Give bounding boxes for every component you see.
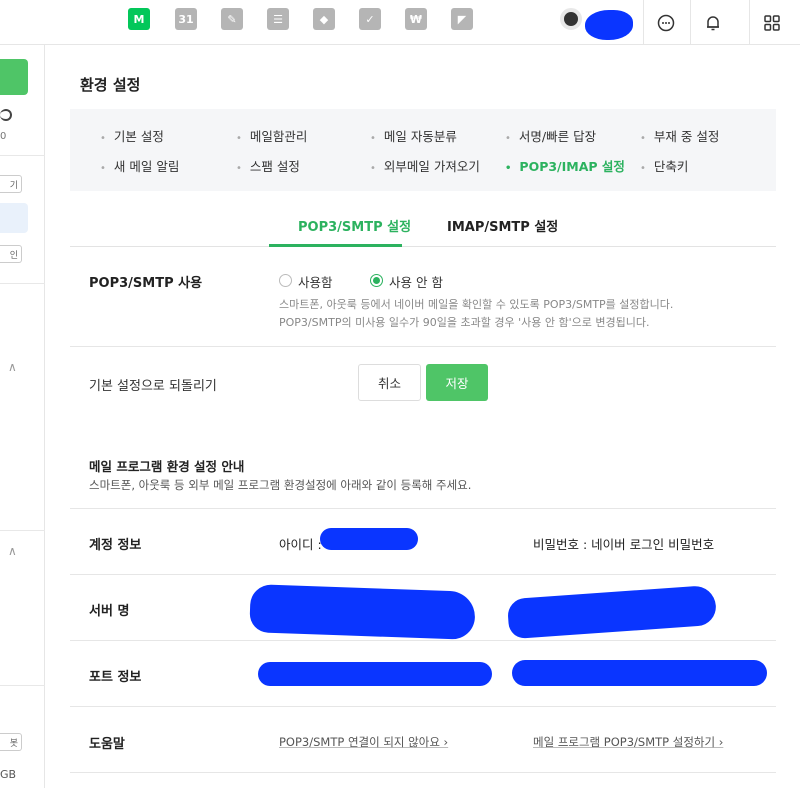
sidebar-active-item[interactable] bbox=[0, 203, 28, 233]
menu-item-absence[interactable]: 부재 중 설정 bbox=[640, 126, 719, 145]
menu-item-external-mail[interactable]: 외부메일 가져오기 bbox=[370, 156, 480, 175]
avatar[interactable] bbox=[560, 8, 582, 30]
guide-title: 메일 프로그램 환경 설정 안내 bbox=[89, 459, 245, 474]
todo-glyph: ✓ bbox=[365, 12, 375, 26]
sidebar-button-1[interactable]: 기 bbox=[0, 175, 22, 193]
account-info-label: 계정 정보 bbox=[89, 538, 142, 553]
mybox-glyph: ◆ bbox=[319, 12, 329, 26]
tab-imap-smtp[interactable]: IMAP/SMTP 설정 bbox=[447, 216, 558, 235]
redaction-scribble bbox=[249, 584, 476, 640]
tabs-divider bbox=[70, 246, 776, 247]
menu-item-pop3-imap[interactable]: POP3/IMAP 설정 bbox=[505, 156, 625, 175]
memo-app-icon[interactable]: ✎ bbox=[221, 8, 243, 30]
sidebar-divider bbox=[0, 685, 45, 686]
table-divider bbox=[70, 574, 776, 575]
contacts-glyph: ☰ bbox=[273, 12, 283, 26]
save-button[interactable]: 저장 bbox=[426, 364, 488, 401]
mybox-app-icon[interactable]: ◆ bbox=[313, 8, 335, 30]
redaction-scribble bbox=[258, 662, 492, 686]
memo-glyph: ✎ bbox=[227, 12, 237, 26]
sidebar-divider bbox=[0, 530, 45, 531]
menu-item-notification[interactable]: 새 메일 알림 bbox=[100, 156, 179, 175]
sidebar-button-2[interactable]: 인 bbox=[0, 245, 22, 263]
write-mail-button[interactable] bbox=[0, 59, 28, 95]
cancel-button[interactable]: 취소 bbox=[358, 364, 421, 401]
menu-item-shortcuts[interactable]: 단축키 bbox=[640, 156, 689, 175]
menu-item-spam[interactable]: 스팸 설정 bbox=[236, 156, 300, 175]
pay-glyph: ₩ bbox=[409, 12, 423, 26]
calendar-app-icon[interactable]: 31 bbox=[175, 8, 197, 30]
radio-enable[interactable] bbox=[279, 274, 292, 287]
sidebar-button-3[interactable]: 봇 bbox=[0, 733, 22, 751]
calendar-glyph: 31 bbox=[178, 12, 194, 26]
pop3-description-1: 스마트폰, 아웃룩 등에서 네이버 메일을 확인할 수 있도록 POP3/SMT… bbox=[279, 298, 674, 311]
storage-unit: GB bbox=[0, 768, 17, 781]
table-divider bbox=[70, 772, 776, 773]
guide-description: 스마트폰, 아웃룩 등 외부 메일 프로그램 환경설정에 아래와 같이 등록해 … bbox=[89, 478, 472, 492]
pop3-description-2: POP3/SMTP의 미사용 일수가 90일을 초과할 경우 '사용 안 함'으… bbox=[279, 316, 650, 329]
tab-pop3-smtp[interactable]: POP3/SMTP 설정 bbox=[298, 216, 411, 235]
active-tab-indicator bbox=[269, 244, 402, 247]
redaction-scribble bbox=[585, 10, 633, 40]
radio-enable-label[interactable]: 사용함 bbox=[298, 272, 333, 291]
help-link-connection[interactable]: POP3/SMTP 연결이 되지 않아요 › bbox=[279, 734, 448, 750]
pop3-usage-label: POP3/SMTP 사용 bbox=[89, 276, 203, 291]
redaction-scribble bbox=[320, 528, 418, 550]
settings-menu bbox=[70, 109, 776, 191]
help-label: 도움말 bbox=[89, 737, 125, 752]
office-glyph: ◤ bbox=[457, 12, 467, 26]
radio-disable[interactable] bbox=[370, 274, 383, 287]
office-app-icon[interactable]: ◤ bbox=[451, 8, 473, 30]
left-sidebar: 0 기 인 ∧ ∧ 봇 GB bbox=[0, 45, 45, 788]
top-bar: M 31 ✎ ☰ ◆ ✓ ₩ ◤ bbox=[0, 0, 800, 45]
port-info-label: 포트 정보 bbox=[89, 670, 142, 685]
radio-disable-label[interactable]: 사용 안 함 bbox=[389, 272, 443, 291]
sidebar-divider bbox=[0, 283, 45, 284]
account-id-prefix: 아이디 : bbox=[279, 537, 322, 552]
redaction-scribble bbox=[512, 660, 767, 686]
help-link-setup[interactable]: 메일 프로그램 POP3/SMTP 설정하기 › bbox=[533, 734, 723, 750]
server-name-label: 서버 명 bbox=[89, 604, 130, 619]
sidebar-count: 0 bbox=[0, 131, 7, 142]
table-divider bbox=[70, 706, 776, 707]
redaction-scribble bbox=[506, 584, 718, 640]
mail-glyph: M bbox=[133, 12, 145, 26]
section-divider bbox=[70, 346, 776, 347]
circle-icon bbox=[0, 109, 12, 121]
todo-app-icon[interactable]: ✓ bbox=[359, 8, 381, 30]
menu-item-basic[interactable]: 기본 설정 bbox=[100, 126, 164, 145]
reset-defaults-label: 기본 설정으로 되돌리기 bbox=[89, 379, 217, 394]
sidebar-divider bbox=[0, 155, 45, 156]
table-divider bbox=[70, 508, 776, 509]
pay-app-icon[interactable]: ₩ bbox=[405, 8, 427, 30]
mail-app-icon[interactable]: M bbox=[128, 8, 150, 30]
password-info: 비밀번호 : 네이버 로그인 비밀번호 bbox=[533, 537, 715, 552]
grid-icon[interactable] bbox=[749, 0, 793, 45]
menu-item-signature[interactable]: 서명/빠른 답장 bbox=[505, 126, 596, 145]
page-title: 환경 설정 bbox=[80, 76, 141, 94]
bell-icon[interactable] bbox=[690, 0, 734, 45]
table-divider bbox=[70, 640, 776, 641]
menu-item-mailbox[interactable]: 메일함관리 bbox=[236, 126, 308, 145]
chevron-up-icon[interactable]: ∧ bbox=[8, 360, 17, 374]
chat-icon[interactable] bbox=[643, 0, 687, 45]
contacts-app-icon[interactable]: ☰ bbox=[267, 8, 289, 30]
chevron-up-icon[interactable]: ∧ bbox=[8, 544, 17, 558]
menu-item-autosort[interactable]: 메일 자동분류 bbox=[370, 126, 457, 145]
